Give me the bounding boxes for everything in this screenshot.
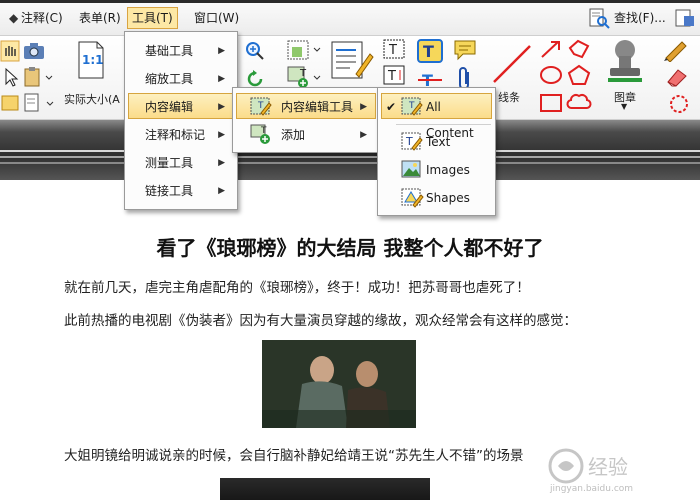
clipboard-icon[interactable]	[22, 66, 54, 88]
add-content-icon: T	[249, 123, 273, 145]
menu-bar: ◆ 注释(C) 表单(R) 工具(T) 窗口(W) 查找(F)...	[0, 0, 700, 36]
typewriter-icon[interactable]: T	[416, 38, 444, 64]
document-image-2	[220, 478, 430, 500]
text-item-label: Text	[426, 135, 451, 149]
svg-text:T: T	[387, 69, 396, 84]
zoom-in-icon[interactable]	[244, 40, 266, 62]
submenu-arrow-icon: ▶	[218, 102, 225, 112]
submenu-arrow-icon: ▶	[218, 158, 225, 168]
rectangle-tool-icon[interactable]	[538, 92, 564, 114]
document-edit-icon[interactable]	[22, 92, 56, 114]
tools-menu-item-label: 缩放工具	[145, 72, 194, 86]
content-edit-submenu: T 内容编辑工具 ▶ T 添加 ▶	[232, 87, 380, 153]
text-field-icon[interactable]: T	[382, 64, 406, 86]
menu-tools[interactable]: 工具(T)	[127, 7, 178, 29]
line-tool-icon[interactable]	[490, 42, 534, 86]
camera-icon[interactable]	[22, 40, 46, 62]
text-box-select-icon[interactable]: T	[382, 38, 406, 60]
menu-form[interactable]: 表单(R)	[74, 7, 126, 29]
submenu-arrow-icon: ▶	[218, 46, 225, 56]
line-tool-label[interactable]: 线条	[498, 89, 520, 105]
tools-menu-item-label: 注释和标记	[145, 128, 206, 142]
tools-menu-item-label: 内容编辑	[145, 100, 194, 114]
text-edit-icon: T	[400, 130, 424, 152]
content-edit-tools-submenu: ✔ T All Content T Text Images Shapes	[377, 87, 496, 216]
document-image	[262, 340, 416, 428]
eraser-icon[interactable]	[662, 64, 692, 88]
tools-menu-item-comment-markup[interactable]: 注释和标记 ▶	[128, 121, 234, 147]
comment-bubble-icon[interactable]	[452, 38, 478, 62]
menu-comment[interactable]: 注释(C)	[16, 7, 68, 29]
svg-text:T: T	[388, 43, 397, 58]
pdf-editor-window: ◆ 注释(C) 表单(R) 工具(T) 窗口(W) 查找(F)... 1:1 实…	[0, 0, 700, 500]
images-item-label: Images	[426, 163, 470, 177]
submenu-arrow-icon: ▶	[360, 130, 367, 140]
watermark-text: jingyan.baidu.com	[550, 484, 634, 494]
shapes-item[interactable]: Shapes	[381, 184, 492, 210]
svg-text:T: T	[299, 68, 307, 79]
band-stripe-3	[0, 162, 700, 164]
tools-menu-item-label: 基础工具	[145, 44, 194, 58]
pencil-icon[interactable]	[662, 38, 692, 63]
polygon-line-tool-icon[interactable]	[566, 38, 592, 60]
tools-menu-item-content-edit[interactable]: 内容编辑 ▶	[128, 93, 234, 119]
image-edit-icon	[400, 158, 424, 180]
tools-menu-item-link[interactable]: 链接工具 ▶	[128, 177, 234, 203]
tools-menu-item-measure[interactable]: 测量工具 ▶	[128, 149, 234, 175]
tools-menu: 基础工具 ▶ 缩放工具 ▶ 内容编辑 ▶ 注释和标记 ▶ 测量工具 ▶ 链接工具…	[124, 31, 238, 210]
content-edit-tools-label: 内容编辑工具	[281, 100, 354, 114]
stamp-icon[interactable]	[606, 38, 644, 84]
document-paragraph: 就在前几天，虐完主角虐配角的《琅琊榜》，终于！成功！把苏哥哥也虐死了！	[64, 280, 530, 296]
select-tool-icon[interactable]	[0, 66, 20, 88]
text-item[interactable]: T Text	[381, 128, 492, 154]
shape-cloud-icon[interactable]	[666, 92, 692, 116]
form-edit-icon[interactable]	[330, 40, 374, 84]
tools-menu-item-basic[interactable]: 基础工具 ▶	[128, 37, 234, 63]
submenu-arrow-icon: ▶	[218, 74, 225, 84]
actual-size-icon[interactable]: 1:1	[76, 40, 106, 80]
content-edit-add-label: 添加	[281, 128, 306, 142]
tools-menu-item-zoom[interactable]: 缩放工具 ▶	[128, 65, 234, 91]
actual-size-icon-text: 1:1	[82, 53, 104, 67]
arrow-tool-icon[interactable]	[538, 38, 564, 60]
band-stripe-2	[0, 156, 700, 158]
hand-tool-icon[interactable]	[0, 40, 20, 62]
title-bar-edge	[0, 0, 700, 3]
svg-text:经验: 经验	[588, 455, 628, 479]
content-edit-tools-item[interactable]: T 内容编辑工具 ▶	[236, 93, 376, 119]
tools-menu-item-label: 链接工具	[145, 184, 194, 198]
document-paragraph: 此前热播的电视剧《伪装者》因为有大量演员穿越的缘故，观众经常会有这样的感觉：	[64, 313, 577, 329]
submenu-arrow-icon: ▶	[218, 186, 225, 196]
tab-icon[interactable]	[674, 6, 698, 30]
find-icon[interactable]	[588, 6, 614, 30]
images-item[interactable]: Images	[381, 156, 492, 182]
cloud-tool-icon[interactable]	[566, 92, 592, 114]
svg-text:T: T	[423, 42, 434, 61]
content-edit-tool-icon: T	[249, 95, 273, 117]
edit-object-icon[interactable]	[286, 38, 322, 62]
actual-size-label[interactable]: 实际大小(A	[64, 91, 120, 107]
document-paragraph: 大姐明镜给明诚说亲的时候，会自行脑补静妃给靖王说“苏先生人不错”的场景	[64, 448, 524, 464]
tools-menu-item-label: 测量工具	[145, 156, 194, 170]
find-button[interactable]: 查找(F)...	[614, 6, 666, 30]
svg-text:T: T	[405, 135, 413, 148]
oval-tool-icon[interactable]	[538, 64, 564, 86]
shape-edit-icon	[400, 186, 424, 208]
shapes-item-label: Shapes	[426, 191, 470, 205]
baidu-watermark: 经验 jingyan.baidu.com	[540, 440, 700, 500]
all-content-icon: T	[400, 95, 424, 117]
svg-text:T: T	[257, 101, 264, 111]
content-edit-add-item[interactable]: T 添加 ▶	[236, 121, 376, 147]
checkmark-icon: ✔	[386, 100, 397, 114]
document-title: 看了《琅琊榜》的大结局 我整个人都不好了	[156, 236, 544, 260]
svg-text:T: T	[408, 101, 415, 111]
menu-window[interactable]: 窗口(W)	[189, 7, 244, 29]
menu-separator	[396, 124, 491, 125]
note-tool-icon[interactable]	[0, 92, 20, 114]
pentagon-tool-icon[interactable]	[566, 64, 592, 86]
submenu-arrow-icon: ▶	[360, 102, 367, 112]
all-content-item[interactable]: ✔ T All Content	[381, 93, 492, 140]
submenu-arrow-icon: ▶	[218, 130, 225, 140]
stamp-dropdown-icon[interactable]: ▼	[621, 102, 627, 111]
